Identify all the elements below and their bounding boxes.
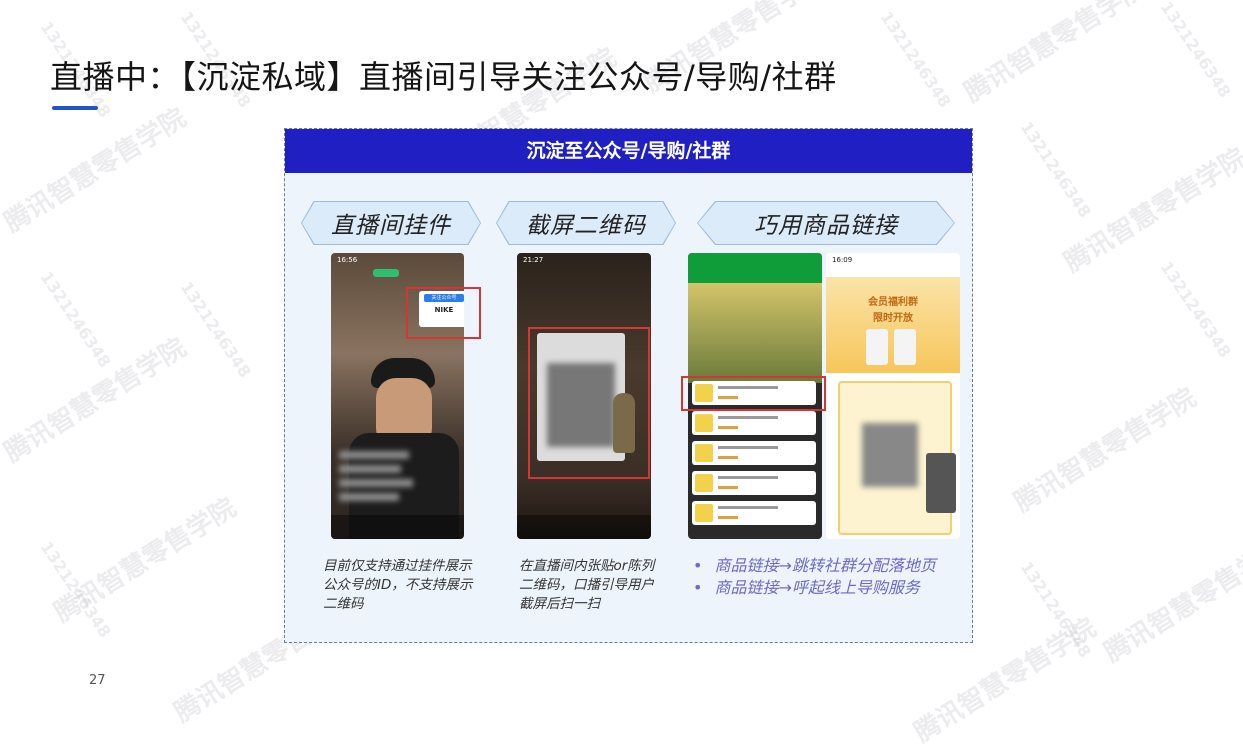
watermark-id: 1321246348	[876, 8, 955, 111]
group-title: 会员福利群	[868, 297, 918, 308]
watermark-text: 腾讯智慧零售学院	[0, 102, 192, 239]
milk-can	[866, 329, 888, 365]
watermark-text: 腾讯智慧零售学院	[49, 492, 242, 629]
product-item	[692, 411, 816, 435]
watermark-id: 1321246348	[36, 268, 115, 371]
watermark-text: 腾讯智慧零售学院	[1009, 382, 1202, 519]
product-item	[692, 501, 816, 525]
watermark-id: 1321246348	[1156, 258, 1235, 361]
phone-overlay-image	[926, 453, 956, 513]
product-banner	[688, 283, 822, 383]
live-badge	[373, 269, 399, 277]
page-number: 27	[89, 673, 106, 688]
app-header	[688, 253, 822, 283]
qrcode-description: 在直播间内张贴or陈列二维码，口播引导用户截屏后扫一扫	[519, 558, 655, 612]
blurred-qrcode	[862, 423, 918, 487]
section-label-qrcode: 截屏二维码	[497, 202, 675, 244]
highlight-qrcode-box	[528, 327, 650, 479]
group-banner: 会员福利群 限时开放	[826, 277, 960, 373]
bottom-bar	[517, 515, 651, 539]
watermark-id: 1321246348	[36, 538, 115, 641]
watermark-id: 1321246348	[1156, 0, 1235, 101]
highlight-widget-box	[406, 287, 481, 339]
watermark-id: 1321246348	[1016, 558, 1095, 661]
status-time: 16:56	[337, 256, 358, 264]
bottom-bar	[331, 515, 464, 539]
card-header: 沉淀至公众号/导购/社群	[285, 129, 972, 173]
watermark-id: 1321246348	[176, 278, 255, 381]
watermark-text: 腾讯智慧零售学院	[0, 332, 192, 469]
blurred-comment	[339, 451, 409, 459]
product-link-bullets: 商品链接→跳转社群分配落地页 商品链接→呼起线上导购服务	[693, 555, 936, 599]
watermark-text: 腾讯智慧零售学院	[1099, 532, 1243, 669]
widget-description: 目前仅支持通过挂件展示公众号的ID，不支持展示二维码	[323, 558, 473, 612]
blurred-comment	[339, 465, 401, 473]
banner-text: 限时开放	[873, 313, 913, 324]
status-time: 16:09	[832, 256, 853, 264]
content-card: 沉淀至公众号/导购/社群 直播间挂件 截屏二维码 巧用商品链接 16:56 关注…	[284, 128, 973, 643]
watermark-text: 腾讯智慧零售学院	[1059, 142, 1243, 279]
title-underline	[52, 106, 98, 110]
page-title: 直播中：【沉淀私域】直播间引导关注公众号/导购/社群	[50, 58, 837, 96]
status-time: 21:27	[523, 256, 544, 264]
section-label-product-link: 巧用商品链接	[698, 202, 954, 244]
watermark-id: 1321246348	[1016, 118, 1095, 221]
milk-can	[894, 329, 916, 365]
section-label-widget: 直播间挂件	[302, 202, 480, 244]
product-item	[692, 471, 816, 495]
blurred-comment	[339, 493, 399, 501]
group-landing-screenshot: 16:09 会员福利群 限时开放	[826, 253, 960, 539]
bullet-item: 商品链接→呼起线上导购服务	[693, 577, 936, 599]
highlight-product-link-box	[681, 376, 826, 411]
product-item	[692, 441, 816, 465]
blurred-comment	[339, 479, 413, 487]
bullet-item: 商品链接→跳转社群分配落地页	[693, 555, 935, 577]
watermark-text: 腾讯智慧零售学院	[959, 0, 1152, 109]
